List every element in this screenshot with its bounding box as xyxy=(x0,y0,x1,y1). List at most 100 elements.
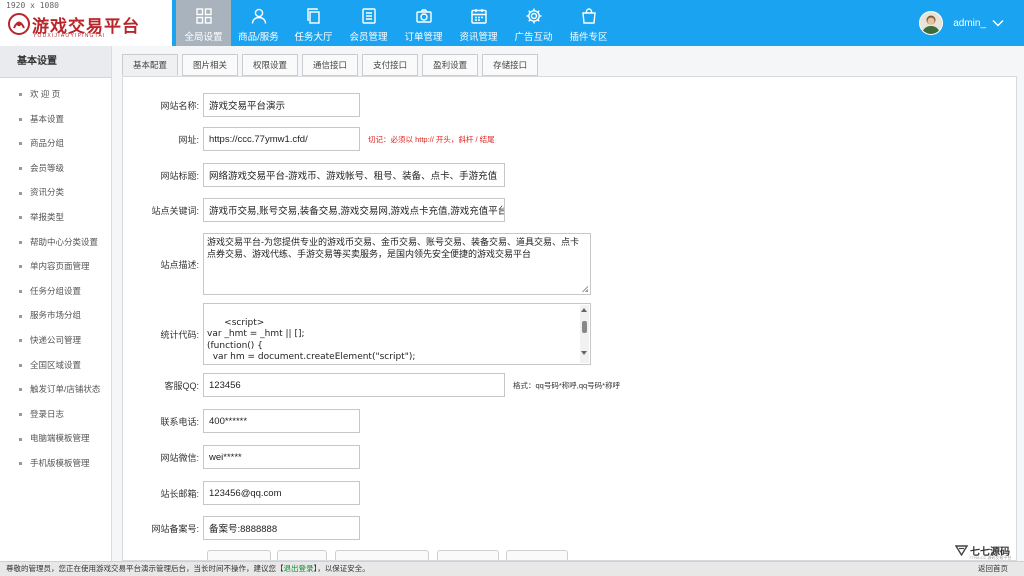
sidebar-item-report-type[interactable]: 举报类型 xyxy=(0,205,111,230)
bullet-icon xyxy=(19,290,22,293)
grid-icon xyxy=(195,8,212,24)
site-name-input[interactable]: 游戏交易平台演示 xyxy=(203,93,360,117)
sidebar-item-mobile-template[interactable]: 手机版模板管理 xyxy=(0,451,111,476)
action-button[interactable] xyxy=(277,550,327,560)
sidebar-item-label: 会员等级 xyxy=(30,162,65,173)
user-icon xyxy=(251,8,266,24)
footer-notice-end: 】，以保证安全。 xyxy=(313,564,370,573)
sidebar: 基本设置 欢 迎 页 基本设置 商品分组 会员等级 资讯分类 举报类型 帮助中心… xyxy=(0,46,112,561)
stats-code-textarea[interactable]: <script> var _hmt = _hmt || []; (functio… xyxy=(203,303,591,365)
sidebar-item-region[interactable]: 全国区域设置 xyxy=(0,353,111,378)
scroll-thumb[interactable] xyxy=(582,321,587,333)
sidebar-item-trigger-status[interactable]: 触发订单/店铺状态 xyxy=(0,377,111,402)
qq-row: 客服QQ: 123456 格式：qq号码*称呼,qq号码*称呼 xyxy=(123,373,620,397)
bullet-icon xyxy=(19,388,22,392)
action-button[interactable] xyxy=(437,550,499,560)
qq-label: 客服QQ: xyxy=(164,380,199,391)
footer-bar: 尊敬的管理员，您正在使用游戏交易平台演示管理后台，当长时间不操作，建议您【退出登… xyxy=(0,561,1024,576)
description-row: 站点描述: 游戏交易平台-为您提供专业的游戏币交易、金币交易、账号交易、装备交易… xyxy=(123,233,591,295)
resolution-label: 1920 x 1080 xyxy=(6,1,59,10)
sidebar-item-service-market[interactable]: 服务市场分组 xyxy=(0,303,111,328)
tab-payment[interactable]: 支付接口 xyxy=(362,54,419,76)
qq-input[interactable]: 123456 xyxy=(203,373,505,397)
sidebar-item-goods-group[interactable]: 商品分组 xyxy=(0,131,111,156)
nav-goods-services[interactable]: 商品/服务 xyxy=(231,0,286,46)
stats-code-label: 统计代码: xyxy=(160,329,199,340)
watermark-logo-icon xyxy=(955,545,968,556)
tab-storage[interactable]: 存储接口 xyxy=(482,54,539,76)
icp-input[interactable]: 备案号:8888888 xyxy=(203,516,360,540)
tab-communication[interactable]: 通信接口 xyxy=(302,54,359,76)
tab-profit[interactable]: 盈利设置 xyxy=(422,54,479,76)
nav-label: 全局设置 xyxy=(184,32,223,43)
stats-code-scrollbar[interactable] xyxy=(580,305,589,363)
keywords-input[interactable]: 游戏币交易,账号交易,装备交易,游戏交易网,游戏点卡充值,游戏充值平台,: xyxy=(203,198,505,222)
chevron-down-icon[interactable] xyxy=(992,19,1004,27)
avatar[interactable] xyxy=(919,11,944,35)
keywords-label: 站点关键词: xyxy=(151,205,199,216)
email-row: 站长邮箱: 123456@qq.com xyxy=(123,481,360,505)
site-name-label: 网站名称: xyxy=(160,100,199,111)
nav-member-management[interactable]: 会员管理 xyxy=(341,0,396,46)
action-button[interactable] xyxy=(506,550,568,560)
sidebar-item-label: 登录日志 xyxy=(30,408,65,419)
scroll-up-icon[interactable] xyxy=(581,308,587,312)
nav-task-hall[interactable]: 任务大厅 xyxy=(286,0,341,46)
nav-news-management[interactable]: 资讯管理 xyxy=(451,0,506,46)
sidebar-item-label: 基本设置 xyxy=(30,113,65,124)
bullet-icon xyxy=(19,191,22,195)
bullet-icon xyxy=(19,339,22,343)
description-textarea[interactable]: 游戏交易平台-为您提供专业的游戏币交易、金币交易、账号交易、装备交易、道具交易、… xyxy=(203,233,591,295)
user-name[interactable]: admin_ xyxy=(953,18,986,29)
sidebar-item-member-level[interactable]: 会员等级 xyxy=(0,156,111,181)
sidebar-item-welcome[interactable]: 欢 迎 页 xyxy=(0,82,111,107)
user-menu[interactable]: admin_ xyxy=(919,11,1004,35)
tab-basic-config[interactable]: 基本配置 xyxy=(122,54,179,76)
bullet-icon xyxy=(19,437,22,441)
sidebar-item-news-category[interactable]: 资讯分类 xyxy=(0,180,111,205)
nav-label: 任务大厅 xyxy=(294,32,333,43)
form-panel: 网站名称: 游戏交易平台演示 网址: https://ccc.77ymw1.cf… xyxy=(122,76,1017,561)
sidebar-item-label: 任务分组设置 xyxy=(30,285,82,296)
tab-permission[interactable]: 权限设置 xyxy=(242,54,299,76)
wechat-input[interactable]: wei***** xyxy=(203,445,360,469)
nav-plugin-zone[interactable]: 插件专区 xyxy=(561,0,616,46)
wechat-row: 网站微信: wei***** xyxy=(123,445,360,469)
nav-label: 商品/服务 xyxy=(238,32,279,43)
sidebar-item-task-group[interactable]: 任务分组设置 xyxy=(0,279,111,304)
logout-link[interactable]: 退出登录 xyxy=(284,564,314,573)
email-label: 站长邮箱: xyxy=(160,488,199,499)
nav-label: 订单管理 xyxy=(404,32,443,43)
nav-order-management[interactable]: 订单管理 xyxy=(396,0,451,46)
nav-global-settings[interactable]: 全局设置 xyxy=(176,0,231,46)
sidebar-item-basic-settings[interactable]: 基本设置 xyxy=(0,107,111,132)
action-button[interactable] xyxy=(207,550,271,560)
sidebar-item-single-page[interactable]: 单内容页面管理 xyxy=(0,254,111,279)
gear-icon xyxy=(526,8,541,24)
phone-input[interactable]: 400****** xyxy=(203,409,360,433)
email-input[interactable]: 123456@qq.com xyxy=(203,481,360,505)
phone-label: 联系电话: xyxy=(160,416,199,427)
url-label: 网址: xyxy=(178,134,199,145)
nav-ad-interaction[interactable]: 广告互动 xyxy=(506,0,561,46)
watermark: 七七源码 77YM.CC 源码交易平台 xyxy=(955,543,1011,560)
url-input[interactable]: https://ccc.77ymw1.cfd/ xyxy=(203,127,360,151)
top-header: 1920 x 1080 游戏交易平台 YOUXIJIAOYIPINGTAI 全局… xyxy=(0,0,1024,46)
phone-row: 联系电话: 400****** xyxy=(123,409,360,433)
sidebar-item-label: 电脑端模板管理 xyxy=(30,433,90,444)
bullet-icon xyxy=(19,363,22,367)
sidebar-item-pc-template[interactable]: 电脑端模板管理 xyxy=(0,426,111,451)
sidebar-item-help-category[interactable]: 帮助中心分类设置 xyxy=(0,230,111,255)
sidebar-item-login-log[interactable]: 登录日志 xyxy=(0,402,111,427)
scroll-down-icon[interactable] xyxy=(581,351,587,355)
copy-icon xyxy=(306,8,320,24)
footer-notice: 尊敬的管理员，您正在使用游戏交易平台演示管理后台，当长时间不操作，建议您【 xyxy=(6,564,284,573)
tab-image[interactable]: 图片相关 xyxy=(182,54,239,76)
logo-area[interactable]: 1920 x 1080 游戏交易平台 YOUXIJIAOYIPINGTAI xyxy=(0,0,172,46)
settings-tabs: 基本配置 图片相关 权限设置 通信接口 支付接口 盈利设置 存储接口 xyxy=(122,54,542,76)
sidebar-item-express[interactable]: 快递公司管理 xyxy=(0,328,111,353)
action-button[interactable] xyxy=(335,550,429,560)
site-title-input[interactable]: 网络游戏交易平台-游戏币、游戏帐号、租号、装备、点卡、手游充值 xyxy=(203,163,505,187)
resize-grip-icon[interactable] xyxy=(582,286,588,292)
home-link[interactable]: 返回首页 xyxy=(978,562,1008,576)
